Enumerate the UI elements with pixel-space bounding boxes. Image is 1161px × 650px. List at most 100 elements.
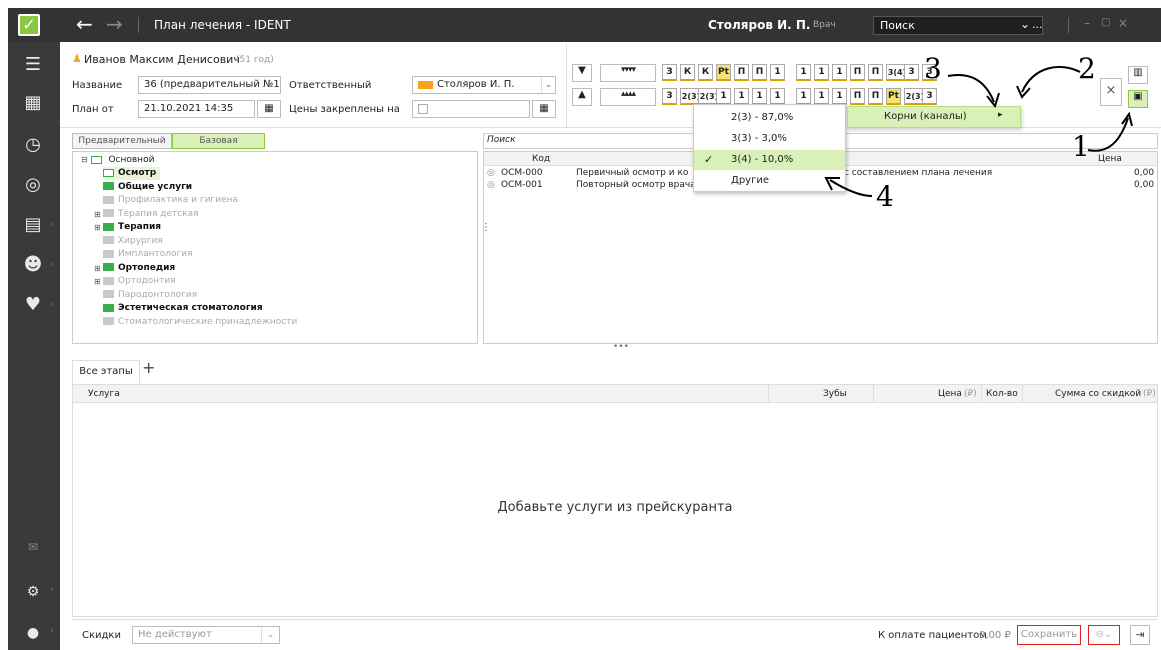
coins-icon[interactable]: ◎ (20, 172, 46, 198)
tab-preliminary-pricelist[interactable]: Предварительный (72, 133, 172, 149)
close-icon[interactable]: × (1118, 16, 1128, 30)
expand-icon[interactable]: ⊞ (94, 262, 101, 275)
tooth-cell[interactable]: 1 (752, 88, 767, 105)
gear-icon[interactable]: ⚙ (20, 579, 46, 605)
tooth-cell[interactable]: П (850, 88, 865, 105)
tooth-cell[interactable]: З (662, 64, 677, 81)
tooth-cell[interactable]: 1 (734, 88, 749, 105)
tooth-cell[interactable]: П (734, 64, 749, 81)
tree-item[interactable]: Хирургия (103, 235, 163, 248)
tooth-cell[interactable]: 1 (832, 64, 847, 81)
tree-item[interactable]: ⊞ Терапия (94, 221, 161, 234)
profile-icon[interactable]: ● (20, 620, 46, 646)
chevron-down-icon[interactable]: ⌄ (261, 627, 279, 643)
lower-teeth-row-icon[interactable]: ▴▴▴▴ (600, 88, 656, 106)
report-icon[interactable]: ▤ (20, 212, 46, 238)
menu-item[interactable]: 3(3) - 3,0% (694, 129, 845, 149)
plan-table: Услуга Зубы Цена (₽) Кол-во Сумма со ски… (72, 384, 1158, 617)
splitter-handle[interactable]: ••• (613, 342, 629, 352)
tab-base-pricelist[interactable]: Базовая (172, 133, 265, 149)
users-icon[interactable]: ☻ (20, 252, 46, 278)
tree-item[interactable]: Эстетическая стоматология (103, 302, 263, 315)
tooth-cell[interactable]: 1 (716, 88, 731, 105)
tree-item-label: Общие услуги (118, 181, 193, 192)
tree-item[interactable]: Стоматологические принадлежности (103, 316, 297, 329)
window-title: План лечения - IDENT (154, 18, 291, 32)
tooth-cell[interactable]: 1 (770, 88, 785, 105)
lower-jaw-tooth-icon[interactable]: ▲ (572, 88, 592, 106)
menu-item[interactable]: ✓ 3(4) - 10,0% (694, 150, 845, 170)
roots-parent-menu[interactable]: Корни (каналы) ▸ (847, 106, 1021, 128)
roots-canals-icon[interactable]: ▣ (1128, 90, 1148, 108)
search-more-button[interactable]: ... (1032, 18, 1043, 31)
plan-date-field[interactable]: 21.10.2021 14:35 (138, 100, 255, 118)
tooth-cell[interactable]: 3 (904, 64, 919, 81)
add-stage-button[interactable]: + (142, 358, 155, 377)
menu-item[interactable]: 2(3) - 87,0% (694, 108, 845, 128)
prices-fixed-field[interactable] (412, 100, 530, 118)
discounts-select[interactable]: Не действуют ⌄ (132, 626, 280, 644)
tooth-cell[interactable]: Pt (716, 64, 731, 81)
tree-root[interactable]: ⊟ Основной (81, 153, 154, 166)
expand-icon[interactable]: ⊞ (94, 221, 101, 234)
tooth-cell[interactable]: 3 (922, 88, 937, 105)
chevron-down-icon[interactable]: ⌄ (1020, 17, 1030, 31)
tree-item[interactable]: Имплантология (103, 248, 193, 261)
tooth-cell[interactable]: П (752, 64, 767, 81)
expand-icon[interactable]: ⊞ (94, 275, 101, 288)
tree-item[interactable]: ⊞ Ортопедия (94, 262, 175, 275)
folder-icon (103, 276, 114, 285)
tooth-cell[interactable]: 1 (832, 88, 847, 105)
tooth-cell[interactable]: 1 (796, 64, 811, 81)
checkbox[interactable] (418, 104, 428, 114)
tree-item[interactable]: Профилактика и гигиена (103, 194, 238, 207)
calendar-icon[interactable]: ▦ (20, 90, 46, 116)
clock-icon[interactable]: ◷ (20, 132, 46, 158)
tooth-cell[interactable]: П (868, 88, 883, 105)
maximize-icon[interactable]: □ (1101, 17, 1110, 28)
tree-item[interactable]: Пародонтология (103, 289, 197, 302)
calendar-icon[interactable]: ▦ (257, 100, 281, 118)
global-search-box[interactable]: Поиск ⌄ ... (873, 16, 1043, 35)
tooth-cell[interactable]: 3 (662, 88, 677, 105)
collapse-icon[interactable]: ⊟ (81, 155, 88, 164)
exit-icon[interactable]: ⇥ (1130, 625, 1150, 645)
print-menu-button[interactable]: ⊖⌄ (1088, 625, 1120, 645)
tooth-cell[interactable]: 1 (814, 88, 829, 105)
tooth-cell[interactable]: Pt (886, 88, 901, 105)
tree-item[interactable]: ⊞ Ортодонтия (94, 275, 176, 288)
tree-item[interactable]: ⊞ Терапия детская (94, 208, 199, 221)
chevron-down-icon[interactable]: ⌄ (541, 77, 555, 93)
mail-icon[interactable]: ✉ (20, 534, 46, 560)
tooth-cell[interactable]: К (698, 64, 713, 81)
tooth-cell[interactable]: К (680, 64, 695, 81)
roots-context-menu: 2(3) - 87,0% 3(3) - 3,0% ✓ 3(4) - 10,0% Друг… (693, 104, 846, 192)
column-sum: Сумма со скидкой (1055, 389, 1142, 399)
tab-all-stages[interactable]: Все этапы (72, 360, 140, 384)
back-arrow-icon[interactable]: ← (76, 12, 93, 36)
plan-name-field[interactable]: 36 (предварительный №1) (138, 76, 281, 94)
list-icon[interactable]: ☰ (20, 52, 46, 78)
tooth-cell[interactable]: П (868, 64, 883, 81)
tree-item[interactable]: Осмотр (103, 167, 161, 180)
minimize-icon[interactable]: – (1084, 16, 1090, 30)
tooth-cell[interactable]: 1 (814, 64, 829, 81)
responsible-select[interactable]: Столяров И. П. ⌄ (412, 76, 556, 94)
folder-icon (103, 303, 114, 312)
tooth-icon[interactable]: ♥ (20, 292, 46, 318)
app-logo-icon: ✓ (18, 14, 40, 36)
tree-item[interactable]: Общие услуги (103, 181, 192, 194)
tooth-cell[interactable]: 1 (770, 64, 785, 81)
upper-teeth-row-icon[interactable]: ▾▾▾▾ (600, 64, 656, 82)
upper-jaw-tooth-icon[interactable]: ▼ (572, 64, 592, 82)
expand-icon[interactable]: ⊞ (94, 208, 101, 221)
forward-arrow-icon[interactable]: → (106, 12, 123, 36)
tooth-cell[interactable]: П (850, 64, 865, 81)
save-button[interactable]: Сохранить (1017, 625, 1081, 645)
tooth-map-icon[interactable]: ▥ (1128, 66, 1148, 84)
menu-item[interactable]: Другие (694, 171, 845, 191)
tooth-cell[interactable]: 1 (796, 88, 811, 105)
tree-item-label: Эстетическая стоматология (118, 303, 263, 313)
calendar-icon[interactable]: ▦ (532, 100, 556, 118)
clear-formula-button[interactable]: × (1100, 78, 1122, 106)
